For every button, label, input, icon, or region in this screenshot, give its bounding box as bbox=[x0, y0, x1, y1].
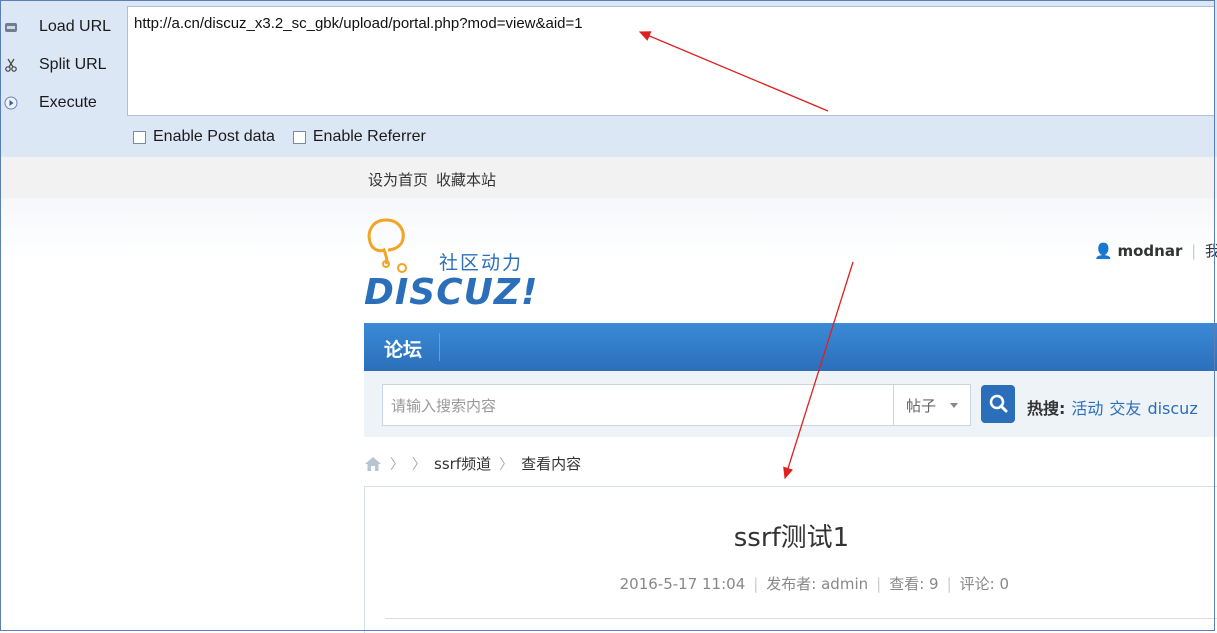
breadcrumb-channel[interactable]: ssrf频道 bbox=[434, 453, 491, 474]
article-divider bbox=[385, 618, 1217, 619]
discuz-logo[interactable]: 社区动力 DISCUZ! bbox=[364, 214, 537, 314]
meta-separator: | bbox=[753, 575, 759, 593]
execute-play-icon bbox=[4, 96, 18, 110]
my-menu-link[interactable]: 我的 bbox=[1205, 242, 1217, 260]
load-url-button[interactable]: Load URL bbox=[0, 8, 125, 46]
breadcrumb-chevron-icon: 〉 bbox=[390, 456, 404, 473]
hackbar: Load URL Split URL Execute http://a.cn/d… bbox=[0, 0, 1217, 158]
scissors-icon bbox=[5, 58, 17, 72]
url-textarea[interactable]: http://a.cn/discuz_x3.2_sc_gbk/upload/po… bbox=[127, 6, 1215, 116]
user-icon: 👤 bbox=[1094, 242, 1113, 260]
breadcrumb-chevron-icon: 〉 bbox=[412, 456, 426, 473]
hot-item-activity[interactable]: 活动 bbox=[1071, 399, 1103, 418]
article-meta: 2016-5-17 11:04 | 发布者: admin | 查看: 9 | 评论: 0 bbox=[365, 573, 1009, 594]
set-home-link[interactable]: 设为首页 bbox=[368, 171, 428, 189]
enable-post-option[interactable]: Enable Post data bbox=[133, 128, 275, 146]
user-bar: 👤 modnar | 我的 bbox=[1094, 240, 1217, 261]
article-author: 发布者: admin bbox=[766, 575, 869, 593]
main-nav: 论坛 bbox=[364, 323, 1217, 371]
enable-post-checkbox[interactable] bbox=[133, 130, 146, 144]
article-views: 查看: 9 bbox=[889, 575, 939, 593]
breadcrumb-current: 查看内容 bbox=[521, 455, 582, 473]
hot-item-friends[interactable]: 交友 bbox=[1109, 399, 1141, 418]
breadcrumb-chevron-icon: 〉 bbox=[499, 456, 514, 473]
hackbar-options: Enable Post data Enable Referrer bbox=[133, 128, 444, 146]
article-comments: 评论: 0 bbox=[959, 575, 1009, 593]
load-url-label: Load URL bbox=[39, 18, 112, 35]
search-icon bbox=[989, 394, 1008, 413]
bookmark-link[interactable]: 收藏本站 bbox=[436, 171, 496, 189]
hackbar-menu: Load URL Split URL Execute bbox=[0, 8, 125, 122]
enable-referrer-option[interactable]: Enable Referrer bbox=[292, 128, 426, 146]
article-date: 2016-5-17 11:04 bbox=[619, 575, 746, 593]
meta-separator: | bbox=[876, 575, 882, 593]
search-type-select[interactable]: 帖子 bbox=[894, 384, 971, 426]
hot-item-discuz[interactable]: discuz bbox=[1147, 399, 1197, 418]
breadcrumb: 〉 〉 ssrf频道 〉 查看内容 bbox=[364, 453, 581, 474]
execute-button[interactable]: Execute bbox=[0, 84, 125, 122]
nav-divider bbox=[439, 333, 440, 361]
split-url-label: Split URL bbox=[39, 56, 107, 73]
hot-search: 热搜: 活动 交友 discuz bbox=[1027, 395, 1198, 419]
load-url-icon bbox=[5, 23, 17, 32]
article-panel: ssrf测试1 2016-5-17 11:04 | 发布者: admin | 查看: 9… bbox=[364, 486, 1217, 633]
enable-referrer-label: Enable Referrer bbox=[312, 128, 426, 145]
nav-item-forum[interactable]: 论坛 bbox=[384, 335, 422, 362]
topbar-links: 设为首页 收藏本站 bbox=[368, 169, 504, 190]
hot-search-label: 热搜: bbox=[1027, 399, 1066, 418]
site-topbar: 设为首页 收藏本站 bbox=[0, 157, 1217, 199]
logo-tagline: 社区动力 bbox=[439, 252, 524, 274]
header-background bbox=[0, 198, 1217, 258]
user-separator: | bbox=[1191, 242, 1197, 260]
logo-wordmark: DISCUZ! bbox=[364, 272, 539, 313]
enable-referrer-checkbox[interactable] bbox=[292, 130, 306, 144]
article-title: ssrf测试1 bbox=[733, 523, 850, 553]
search-type-value: 帖子 bbox=[906, 397, 937, 415]
meta-separator: | bbox=[946, 575, 952, 593]
chevron-down-icon bbox=[950, 403, 958, 408]
username-link[interactable]: modnar bbox=[1117, 242, 1182, 260]
enable-post-label: Enable Post data bbox=[153, 128, 275, 145]
execute-label: Execute bbox=[39, 94, 97, 111]
search-input[interactable]: 请输入搜索内容 bbox=[382, 384, 894, 426]
home-icon[interactable] bbox=[364, 456, 382, 472]
search-button[interactable] bbox=[981, 385, 1015, 423]
split-url-button[interactable]: Split URL bbox=[0, 46, 125, 84]
search-bar: 请输入搜索内容 帖子 热搜: 活动 交友 discuz bbox=[364, 371, 1217, 437]
